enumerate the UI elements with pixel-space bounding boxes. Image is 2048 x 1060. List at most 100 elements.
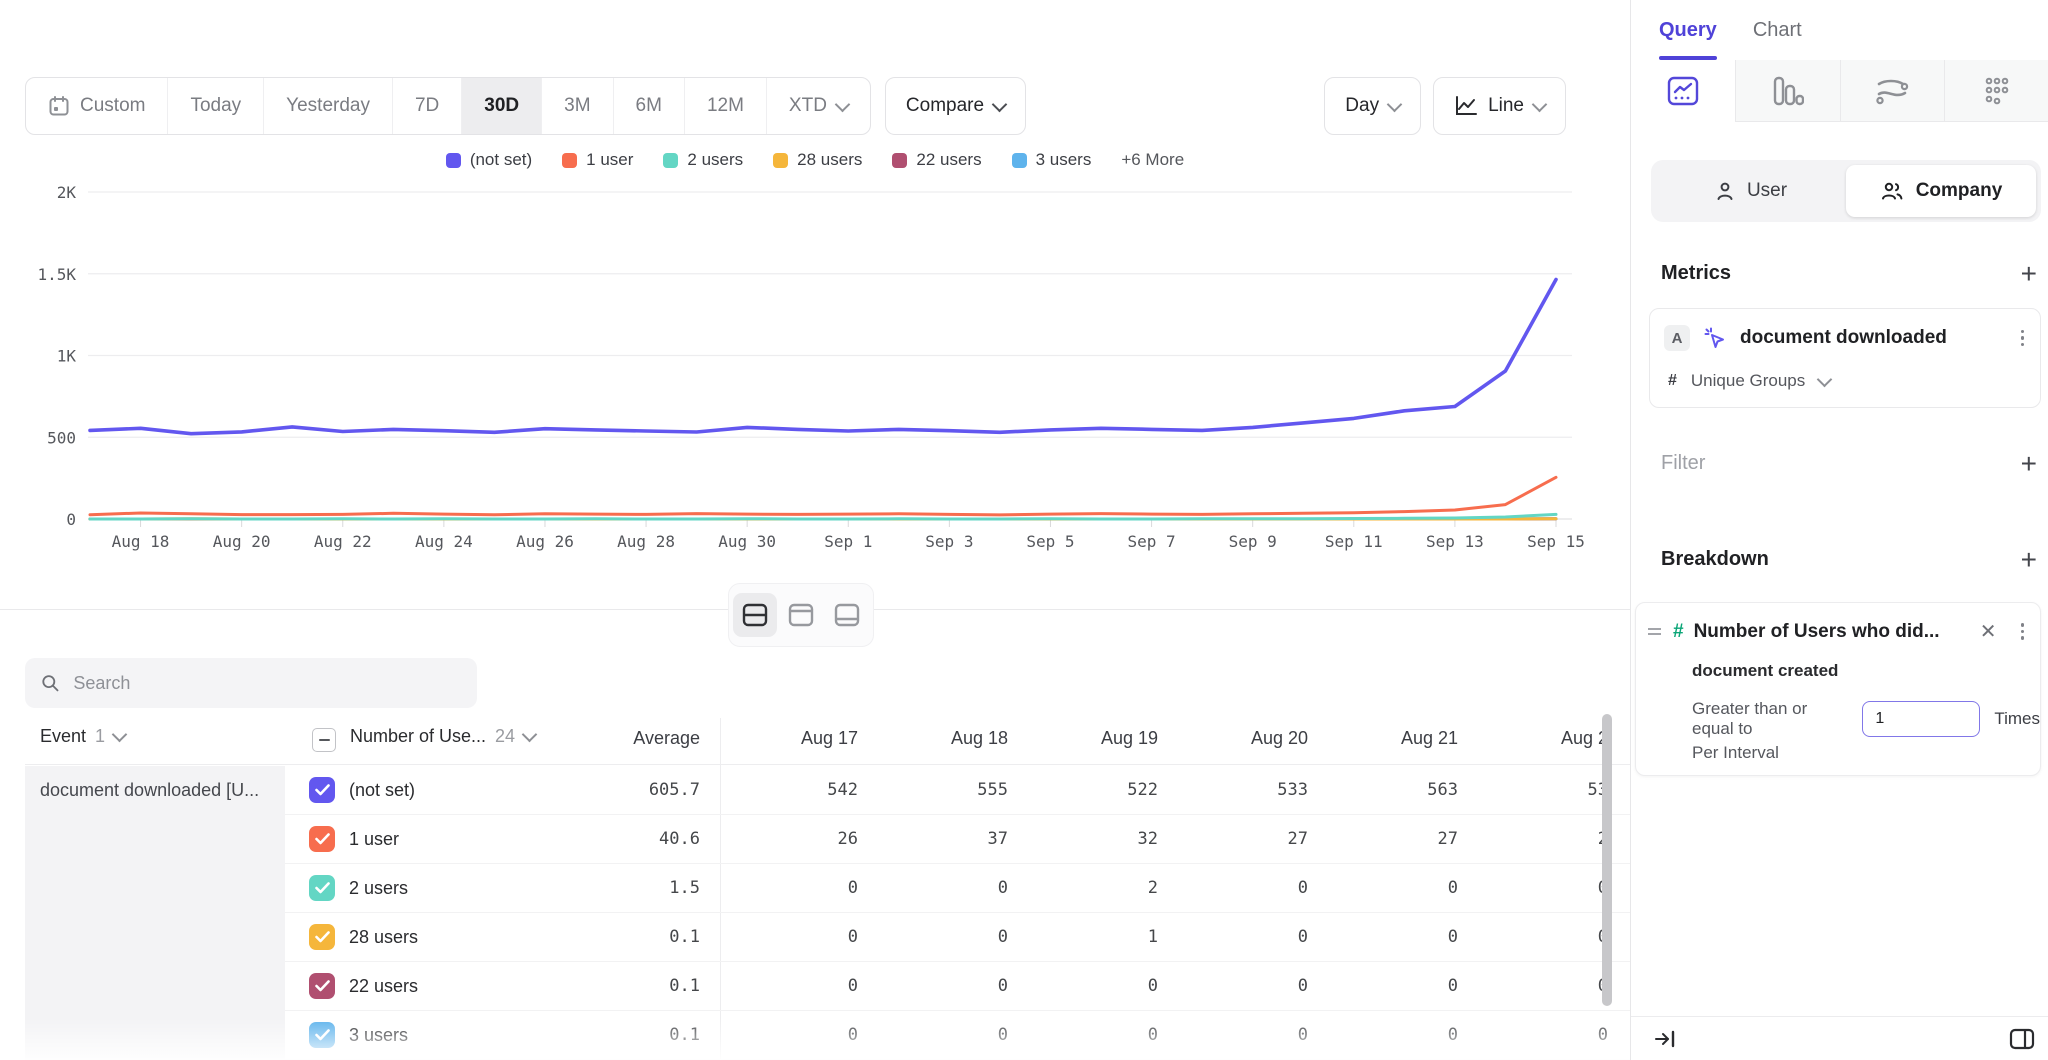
table-row: 1 user40.626373227272 (285, 815, 1630, 864)
chevron-down-icon (112, 727, 128, 743)
legend-more-button[interactable]: +6 More (1121, 150, 1184, 170)
date-column-header: Aug 21 (1320, 728, 1470, 749)
series-label: 22 users (349, 962, 418, 1010)
range-label: 30D (484, 95, 519, 117)
range-3m[interactable]: 3M (541, 78, 612, 134)
legend-item[interactable]: 2 users (663, 150, 743, 170)
value-cell: 0 (1470, 1011, 1620, 1059)
breakdown-condition-row: Greater than or equal to Times (1692, 699, 2040, 739)
range-7d[interactable]: 7D (392, 78, 461, 134)
toggle-user[interactable]: User (1656, 165, 1846, 217)
metric-menu-button[interactable] (2017, 326, 2029, 351)
metric-event-name: document downloaded (1740, 327, 1947, 349)
search-input[interactable] (71, 672, 461, 695)
interval-dropdown[interactable]: Day (1324, 77, 1421, 135)
range-30d[interactable]: 30D (461, 78, 541, 134)
chart-only-view-button[interactable] (779, 593, 823, 637)
chart-type-line-button[interactable] (1631, 60, 1735, 122)
range-today[interactable]: Today (167, 78, 263, 134)
table-row: 3 users0.1000000 (285, 1011, 1630, 1060)
select-all-checkbox[interactable] (312, 728, 336, 752)
split-view-button[interactable] (733, 593, 777, 637)
range-12m[interactable]: 12M (684, 78, 766, 134)
toggle-company[interactable]: Company (1846, 165, 2036, 217)
chart-type-flow-button[interactable] (1840, 60, 1945, 122)
value-cells: 001000 (720, 913, 1632, 961)
value-cell: 0 (1470, 913, 1620, 961)
value-cells: 26373227272 (720, 815, 1632, 863)
condition-label: Greater than or equal to (1692, 699, 1848, 739)
collapse-panel-icon[interactable] (1653, 1029, 1677, 1049)
value-cell: 0 (720, 1011, 870, 1059)
range-custom[interactable]: Custom (26, 78, 167, 134)
tab-query[interactable]: Query (1659, 0, 1717, 60)
remove-breakdown-button[interactable]: ✕ (1970, 619, 2007, 644)
series-checkbox[interactable] (309, 826, 335, 852)
split-panel-icon[interactable] (2009, 1028, 2035, 1050)
indeterminate-mark (319, 739, 330, 742)
value-cell: 0 (870, 864, 1020, 912)
value-cell: 0 (1170, 1011, 1320, 1059)
drag-handle-icon[interactable] (1646, 626, 1663, 637)
metric-card[interactable]: A document downloaded # Unique Groups (1649, 308, 2041, 408)
event-count: 1 (95, 726, 105, 747)
metric-row: A document downloaded (1664, 325, 2028, 351)
average-cell: 40.6 (485, 815, 700, 863)
table-only-view-button[interactable] (825, 593, 869, 637)
legend-item[interactable]: 1 user (562, 150, 633, 170)
event-column-header[interactable]: Event 1 (40, 726, 125, 747)
add-metric-button[interactable]: + (2021, 264, 2037, 284)
range-6m[interactable]: 6M (613, 78, 684, 134)
legend-swatch (892, 153, 907, 168)
legend-item[interactable]: 22 users (892, 150, 981, 170)
user-company-toggle: User Company (1651, 160, 2041, 222)
add-breakdown-button[interactable]: + (2021, 550, 2037, 570)
vertical-scrollbar[interactable] (1602, 714, 1612, 1006)
value-cells: 54255552253356353 (720, 766, 1632, 814)
legend-item[interactable]: 28 users (773, 150, 862, 170)
value-cell: 522 (1020, 766, 1170, 814)
series-checkbox[interactable] (309, 924, 335, 950)
legend-item[interactable]: (not set) (446, 150, 532, 170)
dots-grid-icon (1982, 76, 2012, 106)
breakdown-menu-button[interactable] (2017, 619, 2029, 644)
range-yesterday[interactable]: Yesterday (263, 78, 392, 134)
condition-value-input[interactable] (1862, 701, 1980, 737)
metric-aggregation[interactable]: # Unique Groups (1668, 371, 1830, 391)
value-cell: 27 (1320, 815, 1470, 863)
chart-type-dropdown[interactable]: Line (1433, 77, 1566, 135)
svg-text:Aug 26: Aug 26 (516, 532, 574, 551)
event-list-item[interactable]: document downloaded [U... (25, 766, 285, 801)
value-cell: 27 (1170, 815, 1320, 863)
add-filter-button[interactable]: + (2021, 454, 2037, 474)
value-cells: 000000 (720, 1011, 1632, 1059)
range-label: Today (190, 95, 241, 117)
check-icon (315, 882, 330, 894)
series-checkbox[interactable] (309, 875, 335, 901)
value-cell: 32 (1020, 815, 1170, 863)
chevron-down-icon (1532, 96, 1548, 112)
series-checkbox[interactable] (309, 973, 335, 999)
series-checkbox[interactable] (309, 1022, 335, 1048)
compare-label: Compare (906, 95, 984, 117)
chart-type-matrix-button[interactable] (1944, 60, 2048, 122)
series-label: 28 users (349, 913, 418, 961)
series-header-label: Number of Use... (350, 726, 486, 747)
check-icon (315, 931, 330, 943)
value-cell: 26 (720, 815, 870, 863)
legend-item[interactable]: 3 users (1012, 150, 1092, 170)
chart-type-bar-button[interactable] (1735, 60, 1840, 122)
range-label: Custom (80, 95, 145, 117)
metrics-section-header: Metrics + (1661, 262, 2037, 285)
range-xtd[interactable]: XTD (766, 78, 870, 134)
date-column-header: Aug 2 (1470, 728, 1620, 749)
filter-section-header: Filter + (1661, 452, 2037, 475)
series-checkbox[interactable] (309, 777, 335, 803)
value-cell: 0 (1170, 864, 1320, 912)
legend-label: (not set) (470, 150, 532, 170)
compare-button[interactable]: Compare (885, 77, 1026, 135)
tab-chart[interactable]: Chart (1753, 0, 1802, 60)
breakdown-event-name: document created (1692, 661, 1838, 681)
average-cell: 0.1 (485, 1011, 700, 1059)
value-cell: 0 (1320, 864, 1470, 912)
